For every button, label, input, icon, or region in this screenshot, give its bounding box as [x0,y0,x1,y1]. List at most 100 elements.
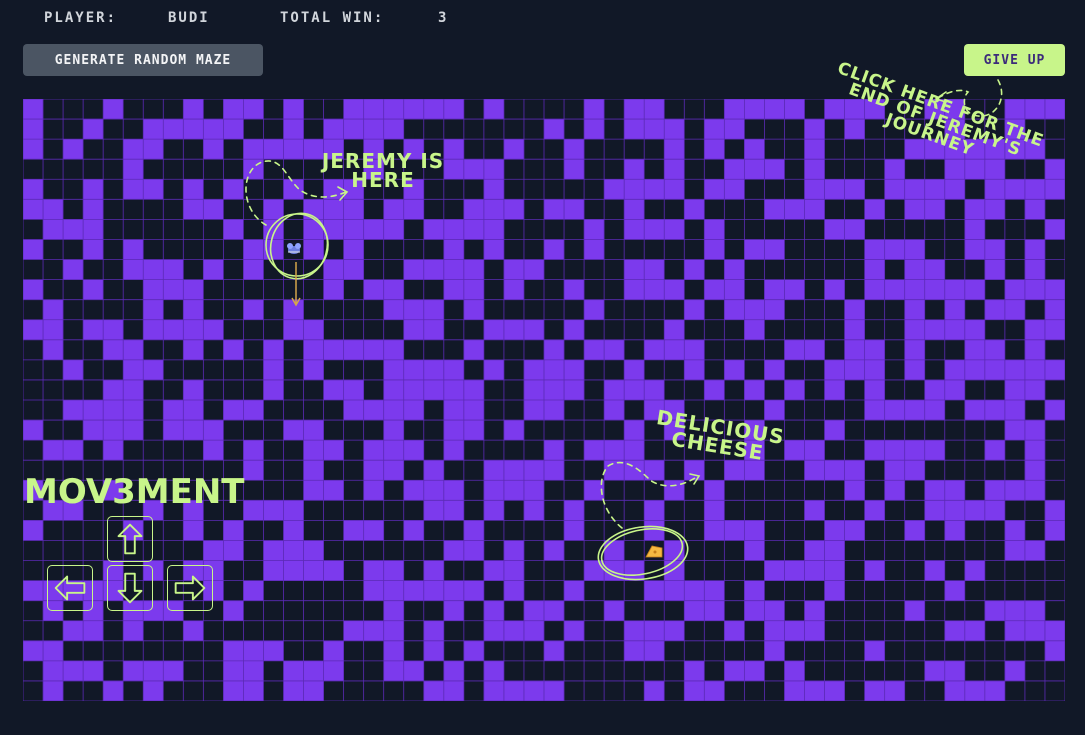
maze-wall-cell [183,299,204,320]
maze-wall-cell [764,600,785,621]
maze-wall-cell [523,680,544,701]
maze-wall-cell [43,339,64,360]
maze-wall-cell [684,460,705,481]
maze-wall-cell [544,600,565,621]
maze-wall-cell [443,359,464,380]
maze-wall-cell [744,540,765,561]
maze-wall-cell [1004,379,1025,400]
maze-wall-cell [564,199,585,220]
maze-wall-cell [844,480,865,501]
maze-wall-cell [363,620,384,641]
maze-wall-cell [123,359,144,380]
arrow-down-icon [117,572,143,604]
maze-wall-cell [383,420,404,441]
maze-wall-cell [303,440,324,461]
maze-wall-cell [503,279,524,300]
maze-wall-cell [183,420,204,441]
maze-wall-cell [924,199,945,220]
move-down-button[interactable] [107,565,153,611]
maze-wall-cell [664,219,685,240]
maze-wall-cell [523,259,544,280]
maze-wall-cell [163,400,184,421]
maze-wall-cell [283,299,304,320]
generate-maze-button[interactable]: GENERATE RANDOM MAZE [23,44,263,76]
maze-wall-cell [183,319,204,340]
maze-wall-cell [824,179,845,200]
maze-wall-cell [944,279,965,300]
maze-wall-cell [624,620,645,641]
maze-wall-cell [143,119,164,140]
maze-wall-cell [383,119,404,140]
move-right-button[interactable] [167,565,213,611]
maze-wall-cell [1004,620,1025,641]
maze-wall-cell [924,560,945,581]
maze-wall-cell [503,480,524,501]
maze-wall-cell [824,540,845,561]
maze-wall-cell [163,660,184,681]
maze-wall-cell [63,219,84,240]
maze-wall-cell [463,259,484,280]
player-label: PLAYER: [44,10,118,26]
maze-wall-cell [764,199,785,220]
maze-wall-cell [1044,99,1065,120]
maze-wall-cell [343,400,364,421]
total-win-value: 3 [438,10,449,26]
maze-wall-cell [143,279,164,300]
move-up-button[interactable] [107,516,153,562]
maze-wall-cell [23,199,44,220]
maze-wall-cell [644,99,665,120]
maze-wall-cell [644,379,665,400]
maze-wall-cell [243,239,264,260]
maze-wall-cell [263,560,284,581]
maze-wall-cell [383,359,404,380]
maze-wall-cell [624,179,645,200]
maze-wall-cell [704,179,725,200]
maze-wall-cell [363,520,384,541]
maze-wall-cell [463,219,484,240]
maze-wall-cell [964,359,985,380]
maze-wall-cell [924,500,945,521]
maze-wall-cell [343,339,364,360]
maze-wall-cell [804,560,825,581]
move-left-button[interactable] [47,565,93,611]
maze-wall-cell [844,359,865,380]
maze-wall-cell [503,580,524,601]
maze-wall-cell [523,600,544,621]
maze-wall-cell [1004,520,1025,541]
give-up-button[interactable]: GIVE UP [964,44,1065,76]
maze-wall-cell [804,139,825,160]
maze-wall-cell [383,600,404,621]
maze-wall-cell [564,319,585,340]
maze-wall-cell [403,199,424,220]
maze-wall-cell [624,359,645,380]
maze-wall-cell [443,379,464,400]
maze-wall-cell [664,159,685,180]
maze-wall-cell [1044,640,1065,661]
maze-wall-cell [383,400,404,421]
maze-wall-cell [824,680,845,701]
maze-wall-cell [503,199,524,220]
maze-wall-cell [363,99,384,120]
maze-wall-cell [804,680,825,701]
maze-wall-cell [844,299,865,320]
maze-wall-cell [323,199,344,220]
maze-wall-cell [964,500,985,521]
maze-wall-cell [263,219,284,240]
maze-wall-cell [684,680,705,701]
maze-wall-cell [804,339,825,360]
maze-wall-cell [323,259,344,280]
maze-wall-cell [864,199,885,220]
maze-wall-cell [283,520,304,541]
maze-wall-cell [864,379,885,400]
maze-wall-cell [904,279,925,300]
maze-wall-cell [584,440,605,461]
maze-wall-cell [443,400,464,421]
maze-wall-cell [804,600,825,621]
maze-wall-cell [824,359,845,380]
maze-wall-cell [1024,379,1045,400]
maze-wall-cell [984,259,1005,280]
maze-wall-cell [764,640,785,661]
maze-wall-cell [203,440,224,461]
maze-wall-cell [163,119,184,140]
maze-wall-cell [223,400,244,421]
